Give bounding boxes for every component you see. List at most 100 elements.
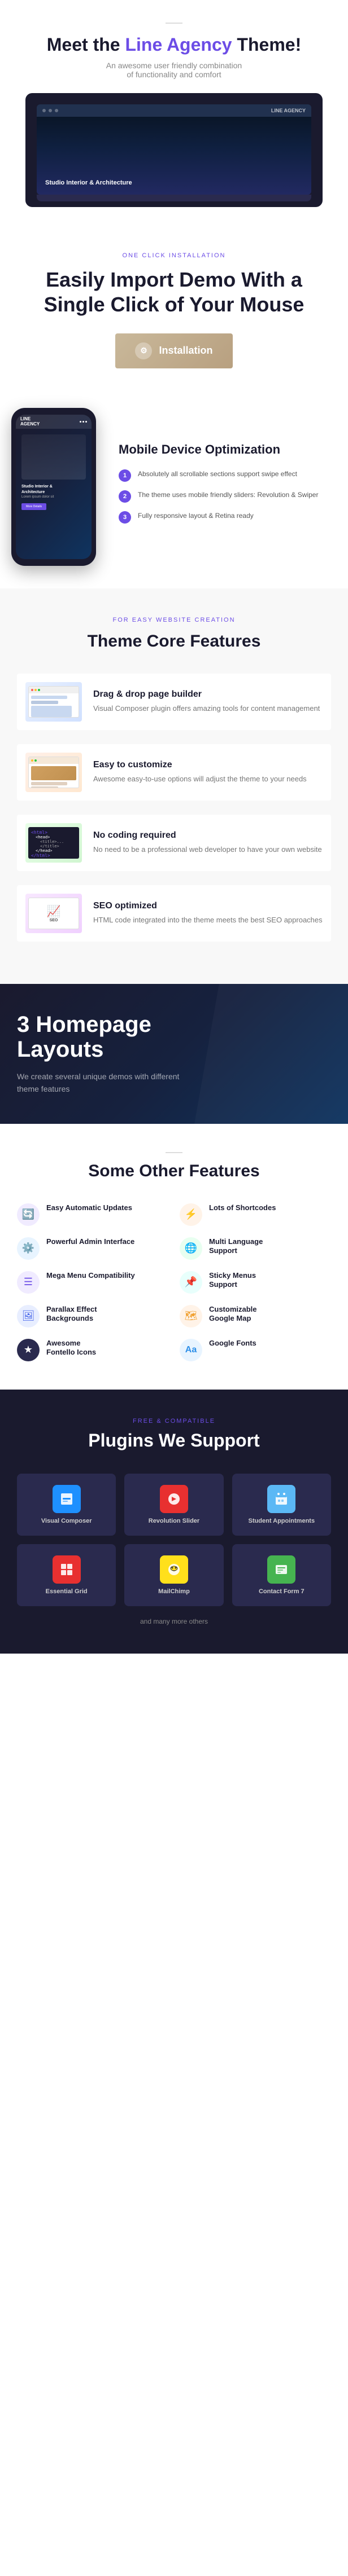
core-features-title: Theme Core Features <box>17 632 331 651</box>
hero-laptop: LINE AGENCY Studio Interior & Architectu… <box>25 93 323 207</box>
admin-icon: ⚙️ <box>17 1237 40 1260</box>
feature-drag-title: Drag & drop page builder <box>93 689 320 700</box>
cf7-icon <box>267 1555 295 1584</box>
plugins-more: and many more others <box>17 1617 331 1625</box>
plugin-visual-composer: Visual Composer <box>17 1474 116 1536</box>
mobile-feature-2-text: The theme uses mobile friendly sliders: … <box>138 490 318 500</box>
mobile-features-content: Mobile Device Optimization 1 Absolutely … <box>119 442 337 532</box>
other-feature-sticky: 📌 Sticky MenusSupport <box>180 1271 331 1294</box>
hero-title: Meet the Line Agency Theme! <box>17 34 331 55</box>
other-feature-googlemap: 🗺 CustomizableGoogle Map <box>180 1305 331 1327</box>
plugin-revolution-slider: Revolution Slider <box>124 1474 223 1536</box>
mobile-feature-3-text: Fully responsive layout & Retina ready <box>138 511 254 521</box>
other-features-divider <box>166 1152 182 1153</box>
feature-drag-desc: Visual Composer plugin offers amazing to… <box>93 703 320 714</box>
mc-label: MailChimp <box>158 1588 190 1595</box>
plugin-contact-form-7: Contact Form 7 <box>232 1544 331 1606</box>
feature-customize-desc: Awesome easy-to-use options will adjust … <box>93 773 307 785</box>
plugin-appointments: Student Appointments <box>232 1474 331 1536</box>
other-features-section: Some Other Features 🔄 Easy Automatic Upd… <box>0 1124 348 1390</box>
laptop-text-main: Studio Interior & Architecture <box>45 179 132 186</box>
shortcodes-icon: ⚡ <box>180 1203 202 1226</box>
cf7-label: Contact Form 7 <box>259 1588 304 1595</box>
multilang-label: Multi LanguageSupport <box>209 1237 263 1256</box>
other-feature-googlefonts: Aa Google Fonts <box>180 1339 331 1361</box>
other-feature-multilang: 🌐 Multi LanguageSupport <box>180 1237 331 1260</box>
feature-card-drag: Drag & drop page builder Visual Composer… <box>17 674 331 730</box>
feature-img-drag <box>25 682 82 722</box>
vc-icon <box>53 1485 81 1513</box>
feature-customize-title: Easy to customize <box>93 760 307 770</box>
plugins-section: Free & Compatible Plugins We Support Vis… <box>0 1390 348 1654</box>
fontello-icon: ★ <box>17 1339 40 1361</box>
multilang-icon: 🌐 <box>180 1237 202 1260</box>
core-features-section: For Easy Website Creation Theme Core Fea… <box>0 588 348 984</box>
other-features-grid: 🔄 Easy Automatic Updates ⚡ Lots of Short… <box>17 1203 331 1361</box>
hero-section: Meet the Line Agency Theme! An awesome u… <box>0 0 348 224</box>
rs-icon <box>160 1485 188 1513</box>
megamenu-icon: ☰ <box>17 1271 40 1294</box>
install-label: Installation <box>159 345 212 357</box>
feature-card-seo: 📈 SEO SEO optimized HTML code integrated… <box>17 885 331 942</box>
googlefonts-label: Google Fonts <box>209 1339 256 1348</box>
feature-card-customize: Easy to customize Awesome easy-to-use op… <box>17 744 331 801</box>
other-feature-auto-updates: 🔄 Easy Automatic Updates <box>17 1203 168 1226</box>
other-feature-admin: ⚙️ Powerful Admin Interface <box>17 1237 168 1260</box>
mobile-section: LINEAGENCY Studio Interior & Architectur… <box>0 385 348 588</box>
one-click-title: Easily Import Demo With a Single Click o… <box>17 267 331 316</box>
mobile-title: Mobile Device Optimization <box>119 442 337 458</box>
megamenu-label: Mega Menu Compatibility <box>46 1271 135 1281</box>
phone-illustration: LINEAGENCY Studio Interior & Architectur… <box>11 408 107 566</box>
admin-label: Powerful Admin Interface <box>46 1237 134 1247</box>
other-features-title: Some Other Features <box>17 1162 331 1181</box>
auto-updates-icon: 🔄 <box>17 1203 40 1226</box>
feature-img-customize <box>25 753 82 792</box>
plugins-title: Plugins We Support <box>17 1430 331 1451</box>
mc-icon <box>160 1555 188 1584</box>
plugins-grid: Visual Composer Revolution Slider <box>17 1474 331 1606</box>
shortcodes-label: Lots of Shortcodes <box>209 1203 276 1213</box>
parallax-label: Parallax EffectBackgrounds <box>46 1305 97 1324</box>
vc-label: Visual Composer <box>41 1518 92 1524</box>
other-feature-megamenu: ☰ Mega Menu Compatibility <box>17 1271 168 1294</box>
feature-nocoding-title: No coding required <box>93 830 322 841</box>
plugin-essential-grid: Essential Grid <box>17 1544 116 1606</box>
auto-updates-label: Easy Automatic Updates <box>46 1203 132 1213</box>
eg-icon <box>53 1555 81 1584</box>
parallax-icon: 🖼 <box>17 1305 40 1327</box>
feature-card-nocoding: <html> <head> <title>...</title> </head>… <box>17 815 331 871</box>
hero-divider <box>166 23 182 24</box>
install-icon: ⚙ <box>135 342 152 359</box>
eg-label: Essential Grid <box>46 1588 88 1595</box>
one-click-section: One Click Installation Easily Import Dem… <box>0 224 348 385</box>
mobile-features-list: 1 Absolutely all scrollable sections sup… <box>119 469 337 524</box>
googlemap-label: CustomizableGoogle Map <box>209 1305 257 1324</box>
hero-subtitle: An awesome user friendly combination of … <box>17 61 331 79</box>
other-feature-parallax: 🖼 Parallax EffectBackgrounds <box>17 1305 168 1327</box>
sa-label: Student Appointments <box>249 1518 315 1524</box>
googlefonts-icon: Aa <box>180 1339 202 1361</box>
layouts-desc: We create several unique demos with diff… <box>17 1070 186 1096</box>
feature-img-seo: 📈 SEO <box>25 894 82 933</box>
installation-button[interactable]: ⚙ Installation <box>115 333 232 368</box>
plugin-mailchimp: MailChimp <box>124 1544 223 1606</box>
mobile-feature-2: 2 The theme uses mobile friendly sliders… <box>119 490 337 503</box>
feature-seo-desc: HTML code integrated into the theme meet… <box>93 915 323 926</box>
feature-img-nocoding: <html> <head> <title>...</title> </head>… <box>25 823 82 863</box>
feature-nocoding-desc: No need to be a professional web develop… <box>93 844 322 855</box>
mobile-feature-1: 1 Absolutely all scrollable sections sup… <box>119 469 337 482</box>
homepage-layouts-section: 3 Homepage Layouts We create several uni… <box>0 984 348 1124</box>
plugins-badge: Free & Compatible <box>17 1418 331 1425</box>
core-features-badge: For Easy Website Creation <box>17 617 331 623</box>
other-feature-fontello: ★ AwesomeFontello Icons <box>17 1339 168 1361</box>
other-feature-shortcodes: ⚡ Lots of Shortcodes <box>180 1203 331 1226</box>
googlemap-icon: 🗺 <box>180 1305 202 1327</box>
layouts-title: 3 Homepage Layouts <box>17 1012 331 1062</box>
feature-seo-title: SEO optimized <box>93 901 323 911</box>
one-click-badge: One Click Installation <box>17 252 331 259</box>
rs-label: Revolution Slider <box>149 1518 199 1524</box>
mobile-feature-1-text: Absolutely all scrollable sections suppo… <box>138 469 297 479</box>
mobile-feature-3: 3 Fully responsive layout & Retina ready <box>119 511 337 524</box>
sa-icon <box>267 1485 295 1513</box>
sticky-label: Sticky MenusSupport <box>209 1271 256 1290</box>
